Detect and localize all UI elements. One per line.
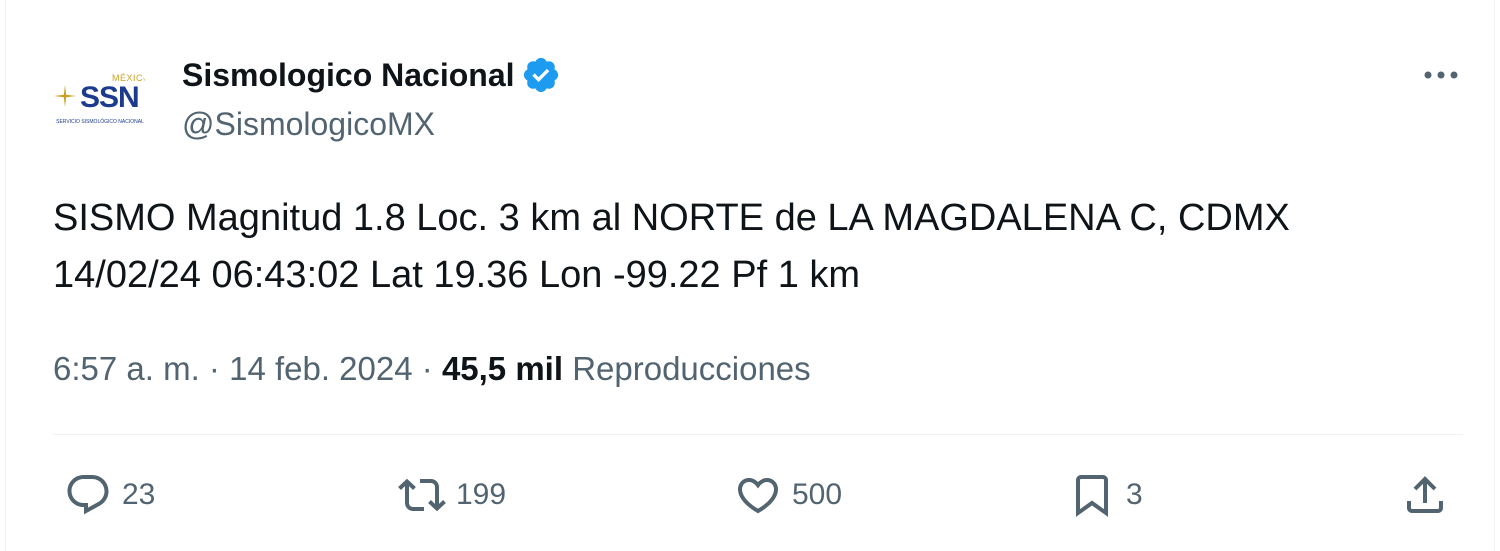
meta-separator: · [208,350,220,387]
verified-badge-icon[interactable] [521,55,561,95]
tweet-text: SISMO Magnitud 1.8 Loc. 3 km al NORTE de… [53,190,1473,304]
logo-subtitle: SERVICIO SISMOLÓGICO NACIONAL [56,119,144,125]
reply-icon [67,475,109,515]
like-icon [737,478,779,514]
bookmark-count: 3 [1126,478,1143,511]
like-button[interactable]: 500 [734,470,842,520]
author-name[interactable]: Sismologico Nacional [182,57,515,94]
bookmark-icon [1076,475,1108,517]
share-button[interactable] [1401,470,1449,520]
retweet-icon [398,478,446,512]
tweet-card: MÉXICO SSN SERVICIO SISMOLÓGICO NACIONAL… [5,0,1495,551]
author-name-row: Sismologico Nacional [182,55,561,95]
retweet-button[interactable]: 199 [398,470,506,520]
logo-initials: SSN [80,81,140,114]
bookmark-button[interactable]: 3 [1068,470,1143,520]
reply-button[interactable]: 23 [64,470,155,520]
star-icon [54,85,76,107]
like-count: 500 [792,478,843,511]
tweet-date[interactable]: 14 feb. 2024 [229,350,413,387]
views-label[interactable]: Reproducciones [572,350,810,387]
tweet-text-line: 14/02/24 06:43:02 Lat 19.36 Lon -99.22 P… [53,254,861,296]
tweet-time[interactable]: 6:57 a. m. [53,350,200,387]
retweet-count: 199 [456,478,507,511]
meta-separator: · [421,350,433,387]
views-count[interactable]: 45,5 mil [442,350,563,387]
tweet-text-line: SISMO Magnitud 1.8 Loc. 3 km al NORTE de… [53,197,1290,239]
ssn-logo: MÉXICO SSN SERVICIO SISMOLÓGICO NACIONAL [52,67,150,137]
author-handle[interactable]: @SismologicoMX [182,106,435,143]
avatar[interactable]: MÉXICO SSN SERVICIO SISMOLÓGICO NACIONAL [50,52,150,152]
divider [53,434,1463,435]
share-icon [1407,476,1443,513]
reply-count: 23 [122,478,156,511]
tweet-meta: 6:57 a. m. · 14 feb. 2024 · 45,5 mil Rep… [53,350,811,388]
more-icon[interactable] [1421,62,1461,88]
